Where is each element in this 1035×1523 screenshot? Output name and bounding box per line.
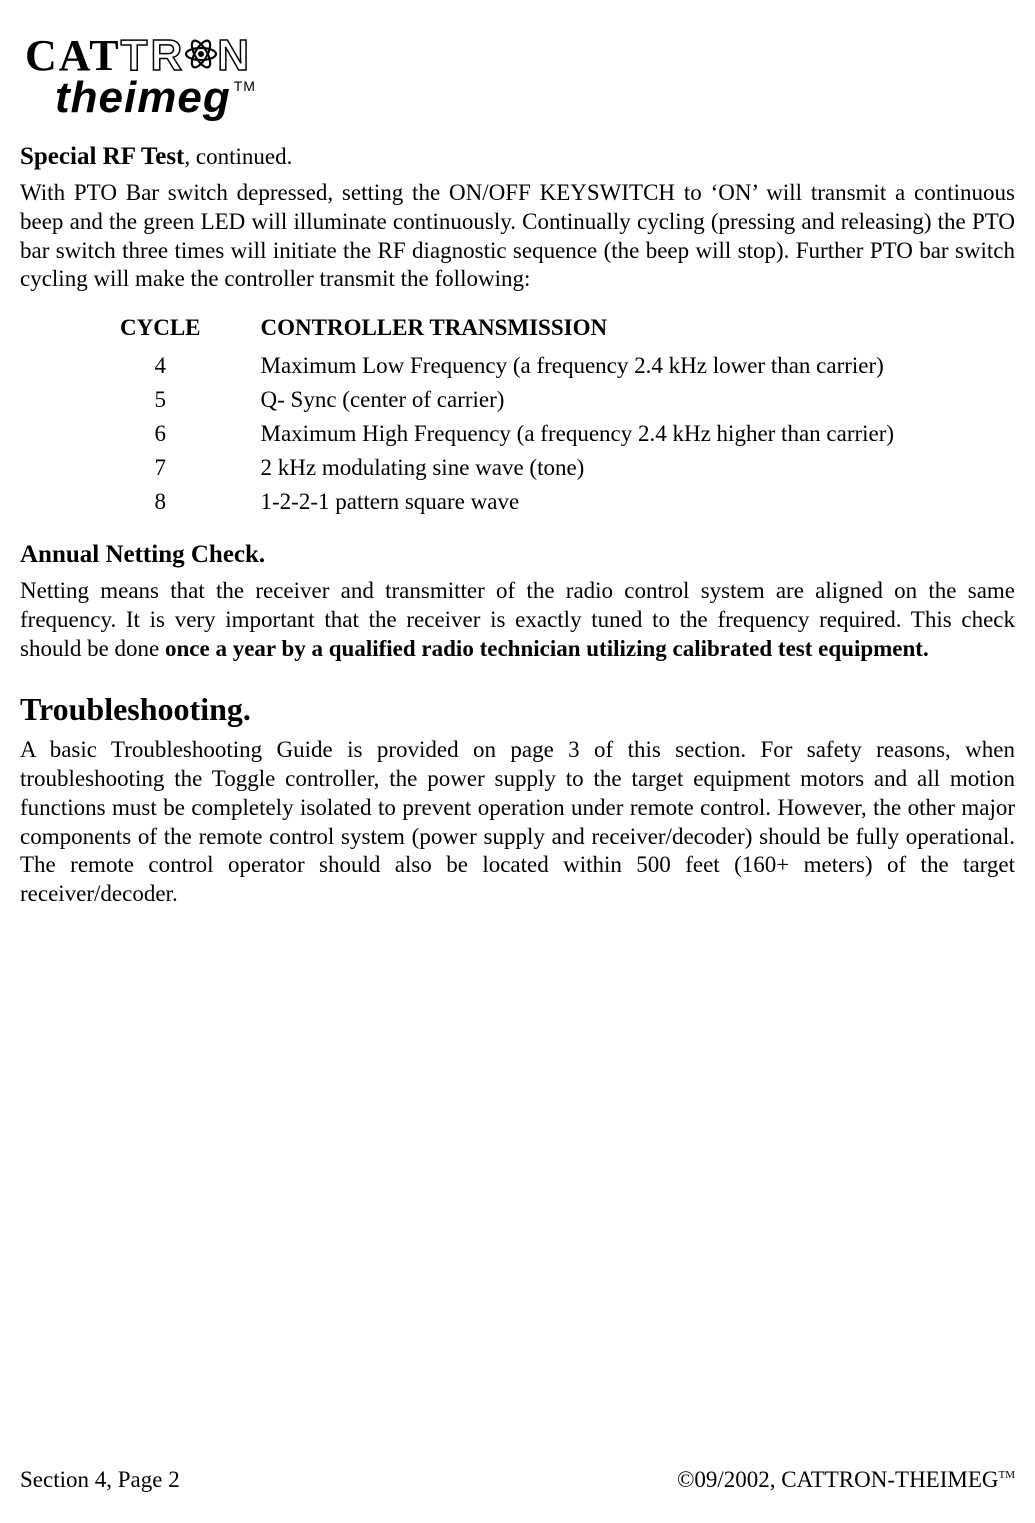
special-rf-heading: Special RF Test, continued.: [20, 143, 1015, 171]
tx-cell: Maximum Low Frequency (a frequency 2.4 k…: [261, 349, 935, 383]
tx-cell: 1-2-2-1 pattern square wave: [261, 485, 935, 519]
table-header-row: CYCLE CONTROLLER TRANSMISSION: [120, 312, 934, 349]
tx-cell: Q- Sync (center of carrier): [261, 383, 935, 417]
cycle-cell: 8: [120, 485, 261, 519]
tx-cell: 2 kHz modulating sine wave (tone): [261, 451, 935, 485]
netting-body-bold: once a year by a qualified radio technic…: [165, 636, 929, 661]
annual-netting-body: Netting means that the receiver and tran…: [20, 577, 1015, 663]
heading-bold: Special RF Test: [20, 143, 184, 170]
table-row: 8 1-2-2-1 pattern square wave: [120, 485, 934, 519]
heading-continued: , continued.: [184, 144, 292, 169]
trademark-icon: TM: [234, 78, 256, 94]
table-row: 4 Maximum Low Frequency (a frequency 2.4…: [120, 349, 934, 383]
table-row: 6 Maximum High Frequency (a frequency 2.…: [120, 417, 934, 451]
cycle-cell: 6: [120, 417, 261, 451]
rf-cycle-table: CYCLE CONTROLLER TRANSMISSION 4 Maximum …: [120, 312, 934, 519]
table-row: 7 2 kHz modulating sine wave (tone): [120, 451, 934, 485]
cycle-cell: 7: [120, 451, 261, 485]
table-row: 5 Q- Sync (center of carrier): [120, 383, 934, 417]
atom-icon: [183, 32, 219, 83]
troubleshooting-body: A basic Troubleshooting Guide is provide…: [20, 736, 1015, 909]
annual-netting-heading: Annual Netting Check.: [20, 541, 1015, 569]
cycle-cell: 5: [120, 383, 261, 417]
footer-right: ©09/2002, CATTRON-THEIMEGTM: [677, 1467, 1015, 1493]
trademark-icon: TM: [999, 1469, 1016, 1481]
cycle-cell: 4: [120, 349, 261, 383]
footer-copyright: ©09/2002, CATTRON-THEIMEG: [677, 1467, 999, 1492]
special-rf-intro: With PTO Bar switch depressed, setting t…: [20, 179, 1015, 294]
col-header-transmission: CONTROLLER TRANSMISSION: [261, 312, 935, 349]
footer-left: Section 4, Page 2: [20, 1467, 180, 1493]
page-footer: Section 4, Page 2 ©09/2002, CATTRON-THEI…: [20, 1467, 1015, 1493]
col-header-cycle: CYCLE: [120, 312, 261, 349]
brand-logo: CATTRN theimegTM: [25, 30, 1015, 123]
tx-cell: Maximum High Frequency (a frequency 2.4 …: [261, 417, 935, 451]
troubleshooting-heading: Troubleshooting.: [20, 691, 1015, 728]
